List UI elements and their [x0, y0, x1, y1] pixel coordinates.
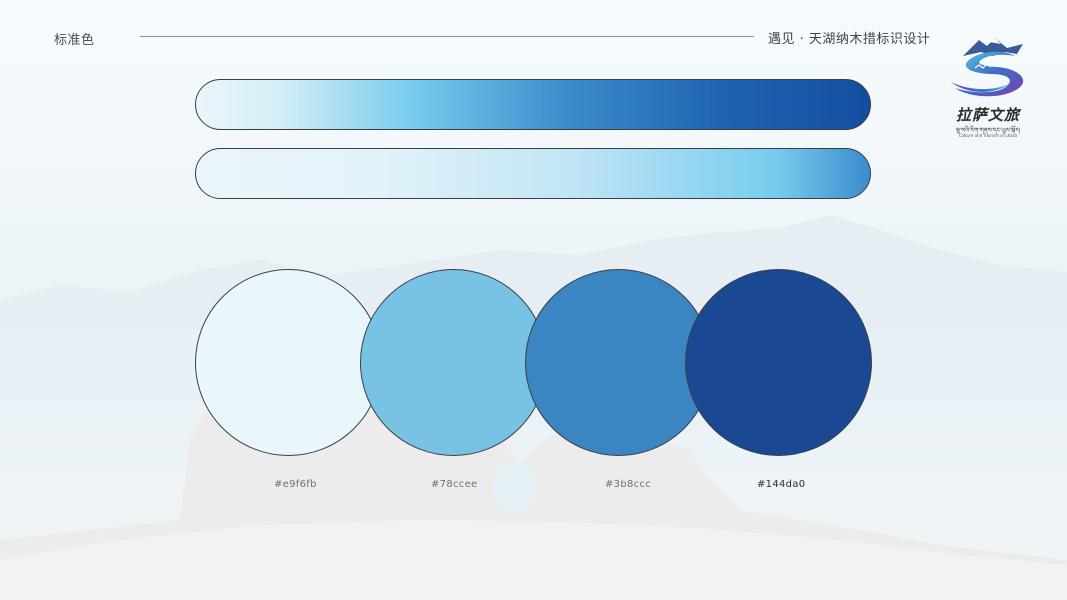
logo-chinese-name: 拉萨文旅: [955, 106, 1020, 124]
color-swatch-144da0: [685, 269, 872, 456]
color-swatch-e9f6fb: [195, 269, 382, 456]
primary-gradient-bar: [195, 79, 871, 130]
color-swatch-3b8ccc: [525, 269, 712, 456]
swatch-hex-label: #e9f6fb: [274, 479, 317, 490]
project-title: 遇见 · 天湖纳木措标识设计: [768, 32, 931, 47]
swatch-hex-label: #3b8ccc: [605, 479, 652, 490]
header-divider: [140, 36, 754, 37]
lhasa-s-mountain-logo-icon: [951, 38, 1024, 97]
page-title: 标准色: [54, 33, 95, 48]
secondary-gradient-bar: [195, 148, 871, 199]
color-swatch-78ccee: [360, 269, 547, 456]
swatch-hex-label: #78ccee: [431, 479, 478, 490]
swatch-hex-label: #144da0: [757, 479, 806, 490]
brand-logo: 拉萨文旅 ལྷ་སའི་རིག་གནས་དང་ཡུལ་སྐོར། Culture…: [945, 34, 1031, 144]
logo-english-name: Culture and Tourism of Lhasa: [958, 133, 1018, 138]
